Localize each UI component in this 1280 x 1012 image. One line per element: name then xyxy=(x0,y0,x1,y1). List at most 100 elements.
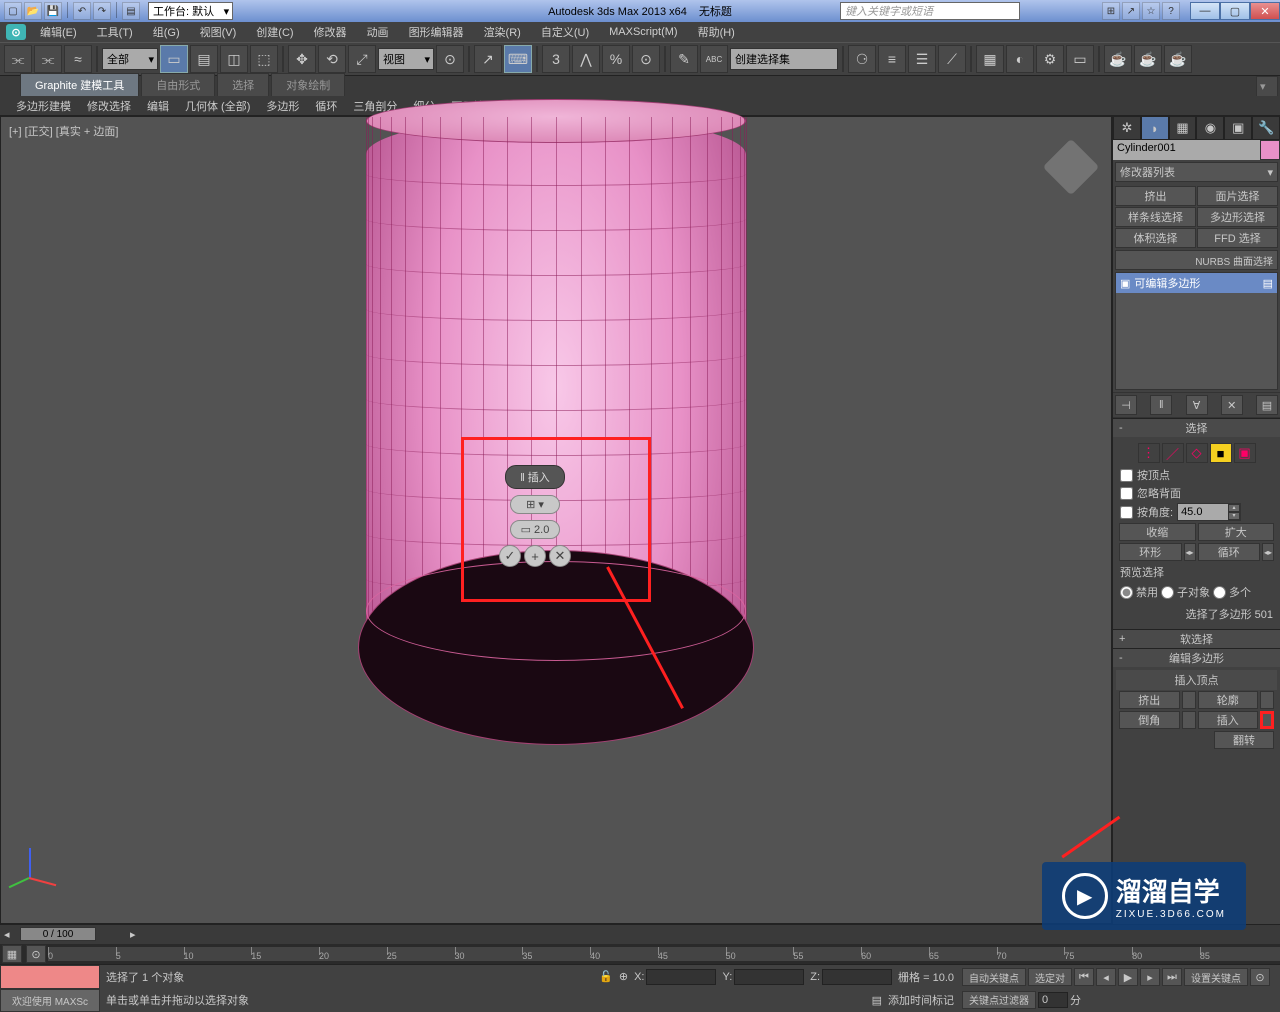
schematic-view-icon[interactable]: ▦ xyxy=(976,45,1004,73)
selection-set-input[interactable]: 创建选择集 xyxy=(730,48,838,70)
remove-mod-icon[interactable]: ✕ xyxy=(1221,395,1243,415)
track-expand-icon[interactable]: ▦ xyxy=(2,945,22,963)
so-polygon-icon[interactable]: ■ xyxy=(1210,443,1232,463)
display-tab-icon[interactable]: ▣ xyxy=(1224,116,1252,140)
mod-btn-extrude[interactable]: 挤出 xyxy=(1115,186,1196,206)
caddy-apply-button[interactable]: + xyxy=(524,545,546,567)
unique-icon[interactable]: ∀ xyxy=(1186,395,1208,415)
grow-button[interactable]: 扩大 xyxy=(1198,523,1275,541)
link-icon[interactable]: ↗ xyxy=(1122,2,1140,20)
mod-btn-poly[interactable]: 多边形选择 xyxy=(1197,207,1278,227)
stack-item-editpoly[interactable]: ▣ 可编辑多边形 ▤ xyxy=(1116,273,1277,293)
so-element-icon[interactable]: ▣ xyxy=(1234,443,1256,463)
z-coord-input[interactable] xyxy=(822,969,892,985)
ribbon-sub-item[interactable]: 多边形 xyxy=(258,96,307,116)
menu-animation[interactable]: 动画 xyxy=(357,22,399,42)
material-editor-icon[interactable]: ◐ xyxy=(1006,45,1034,73)
key-filter-button[interactable]: 关键点过滤器 xyxy=(962,991,1036,1009)
rollout-edit-poly[interactable]: 编辑多边形 xyxy=(1113,649,1280,667)
percent-snap-icon[interactable]: % xyxy=(602,45,630,73)
auto-key-button[interactable]: 自动关键点 xyxy=(962,968,1026,986)
mod-btn-ffd[interactable]: FFD 选择 xyxy=(1197,228,1278,248)
ignore-back-checkbox[interactable] xyxy=(1120,487,1133,500)
refcoord-dropdown[interactable]: 视图 xyxy=(378,48,434,70)
angle-snap-icon[interactable]: ⋀ xyxy=(572,45,600,73)
prev-frame-icon[interactable]: ◂ xyxy=(1096,968,1116,986)
mirror-icon[interactable]: ⚆ xyxy=(848,45,876,73)
so-border-icon[interactable]: ◇ xyxy=(1186,443,1208,463)
menu-grapheditors[interactable]: 图形编辑器 xyxy=(399,22,474,42)
menu-create[interactable]: 创建(C) xyxy=(246,22,303,42)
flip-button[interactable]: 翻转 xyxy=(1214,731,1274,749)
keyboard-shortcut-icon[interactable]: ⌨ xyxy=(504,45,532,73)
caddy-type-dropdown[interactable]: ⊞▾ xyxy=(510,495,560,514)
utilities-tab-icon[interactable]: 🔧 xyxy=(1252,116,1280,140)
select-region-icon[interactable]: ◫ xyxy=(220,45,248,73)
transform-lock-icon[interactable]: ⊕ xyxy=(619,970,628,983)
x-coord-input[interactable] xyxy=(646,969,716,985)
configure-icon[interactable]: ▤ xyxy=(1256,395,1278,415)
menu-tools[interactable]: 工具(T) xyxy=(87,22,143,42)
layers-icon[interactable]: ☰ xyxy=(908,45,936,73)
rollout-soft-selection[interactable]: 软选择 xyxy=(1113,630,1280,648)
ribbon-sub-item[interactable]: 编辑 xyxy=(139,96,177,116)
close-button[interactable]: ✕ xyxy=(1250,2,1280,20)
set-key-button[interactable]: 设置关键点 xyxy=(1184,968,1248,986)
ribbon-sub-item[interactable]: 多边形建模 xyxy=(8,96,79,116)
ribbon-tab-graphite[interactable]: Graphite 建模工具 xyxy=(20,73,139,96)
workspace-dropdown[interactable]: 工作台: 默认 xyxy=(148,2,233,20)
ring-spinner[interactable]: ◂▸ xyxy=(1184,543,1196,561)
align-icon[interactable]: ≡ xyxy=(878,45,906,73)
menu-customize[interactable]: 自定义(U) xyxy=(531,22,599,42)
bind-tool-icon[interactable]: ≈ xyxy=(64,45,92,73)
menu-views[interactable]: 视图(V) xyxy=(190,22,247,42)
undo-icon[interactable]: ↶ xyxy=(73,2,91,20)
create-tab-icon[interactable]: ✲ xyxy=(1113,116,1141,140)
motion-tab-icon[interactable]: ◉ xyxy=(1196,116,1224,140)
loop-button[interactable]: 循环 xyxy=(1198,543,1261,561)
show-end-icon[interactable]: ‖ xyxy=(1150,395,1172,415)
save-icon[interactable]: 💾 xyxy=(44,2,62,20)
render-prod-icon[interactable]: ☕ xyxy=(1104,45,1132,73)
help-icon[interactable]: ? xyxy=(1162,2,1180,20)
mod-btn-patch[interactable]: 面片选择 xyxy=(1197,186,1278,206)
about-icon[interactable]: ⊞ xyxy=(1102,2,1120,20)
so-edge-icon[interactable]: ／ xyxy=(1162,443,1184,463)
minimize-button[interactable]: — xyxy=(1190,2,1220,20)
key-mode-icon[interactable]: ⊙ xyxy=(1250,968,1270,986)
extrude-settings-button[interactable] xyxy=(1182,691,1196,709)
maximize-button[interactable]: ▢ xyxy=(1220,2,1250,20)
object-color-swatch[interactable] xyxy=(1260,140,1280,160)
help-search-input[interactable]: 键入关键字或短语 xyxy=(840,2,1020,20)
shrink-button[interactable]: 收缩 xyxy=(1119,523,1196,541)
next-frame-icon[interactable]: ▸ xyxy=(1140,968,1160,986)
ring-button[interactable]: 环形 xyxy=(1119,543,1182,561)
selection-filter-dropdown[interactable]: 全部 xyxy=(102,48,158,70)
ribbon-tab-paint[interactable]: 对象绘制 xyxy=(271,73,345,96)
inset-button[interactable]: 插入 xyxy=(1198,711,1259,729)
by-angle-checkbox[interactable] xyxy=(1120,506,1133,519)
mod-btn-nurbs[interactable]: NURBS 曲面选择 xyxy=(1115,250,1278,270)
insert-vertex-label[interactable]: 插入顶点 xyxy=(1116,670,1277,690)
menu-edit[interactable]: 编辑(E) xyxy=(30,22,87,42)
modify-tab-icon[interactable]: ◗ xyxy=(1141,116,1169,140)
bevel-button[interactable]: 倒角 xyxy=(1119,711,1180,729)
move-tool-icon[interactable]: ✥ xyxy=(288,45,316,73)
render-frame-icon[interactable]: ▭ xyxy=(1066,45,1094,73)
menu-rendering[interactable]: 渲染(R) xyxy=(474,22,531,42)
star-icon[interactable]: ☆ xyxy=(1142,2,1160,20)
track-key-icon[interactable]: ⊙ xyxy=(26,945,46,963)
lock-icon[interactable]: 🔓 xyxy=(599,970,613,983)
time-slider[interactable]: 0 / 100 xyxy=(20,927,96,941)
ribbon-sub-item[interactable]: 修改选择 xyxy=(79,96,139,116)
caddy-cancel-button[interactable]: ✕ xyxy=(549,545,571,567)
modifier-stack[interactable]: ▣ 可编辑多边形 ▤ xyxy=(1115,272,1278,390)
menu-group[interactable]: 组(G) xyxy=(143,22,190,42)
snap-3-icon[interactable]: 3 xyxy=(542,45,570,73)
modifier-list-dropdown[interactable]: 修改器列表▾ xyxy=(1115,162,1278,182)
ribbon-tab-freeform[interactable]: 自由形式 xyxy=(141,73,215,96)
preview-off-radio[interactable] xyxy=(1120,586,1133,599)
ribbon-sub-item[interactable]: 几何体 (全部) xyxy=(177,96,258,116)
caddy-amount-input[interactable]: ▭2.0 xyxy=(510,520,561,539)
loop-spinner[interactable]: ◂▸ xyxy=(1262,543,1274,561)
